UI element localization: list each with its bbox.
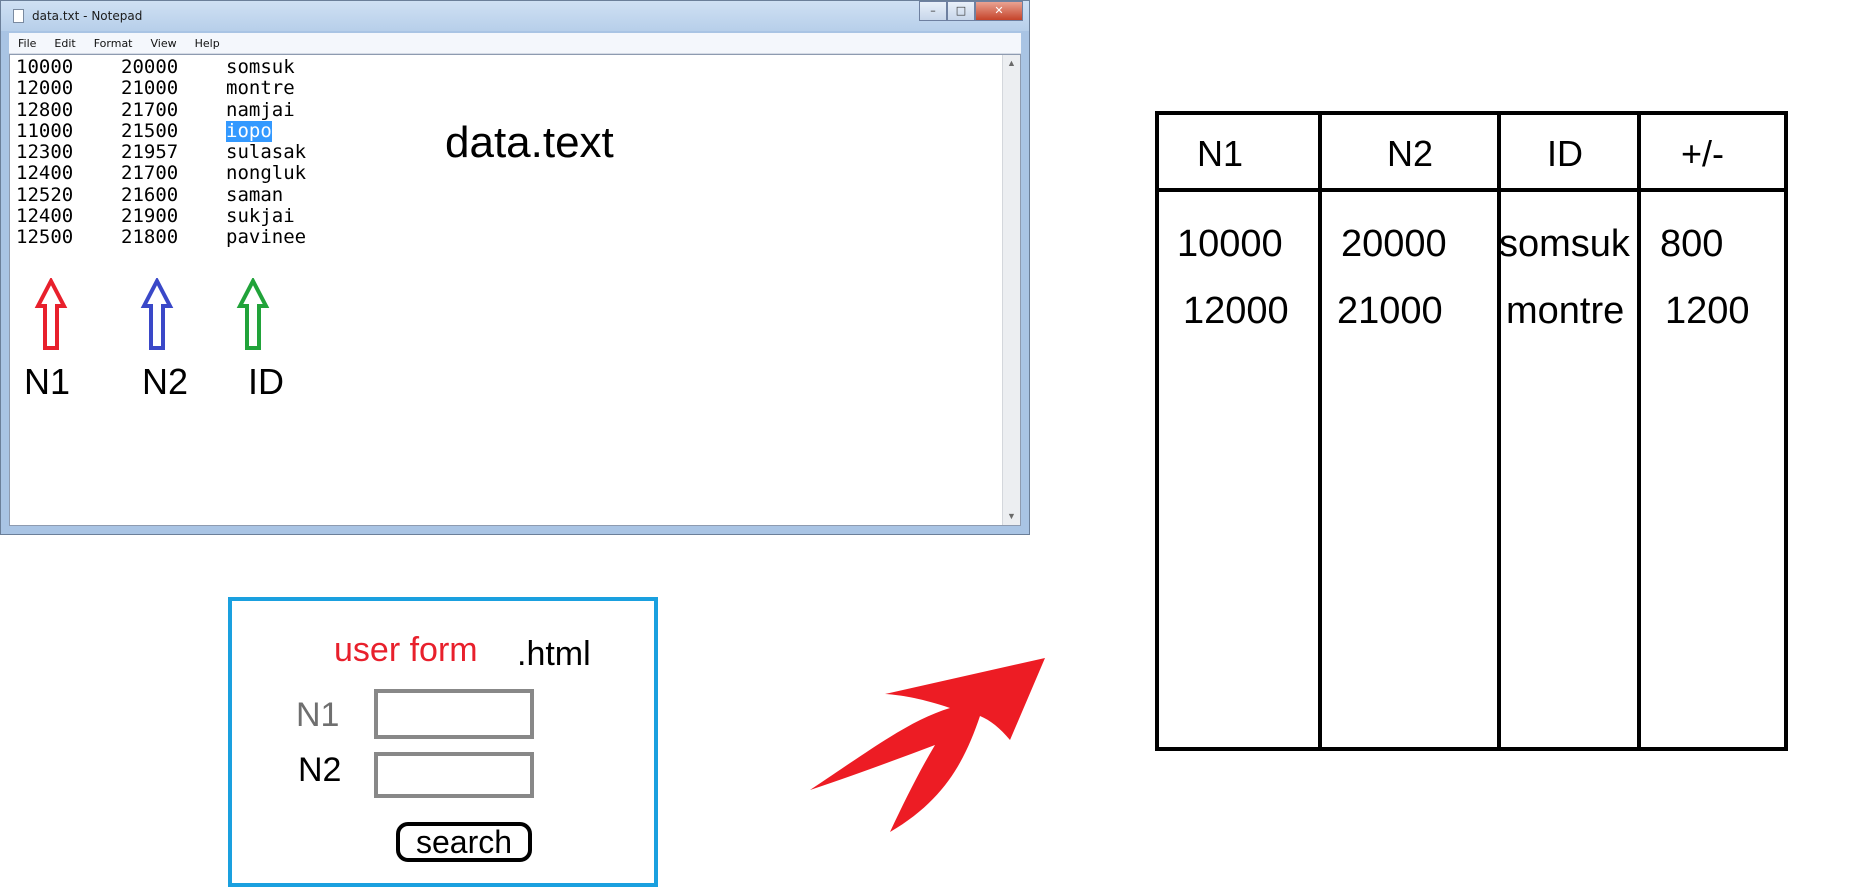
n2-value: 20000 [121,56,179,78]
n1-value: 10000 [16,56,74,78]
id-value: namjai [226,98,295,121]
n1-input[interactable] [374,689,534,739]
id-value: montre [226,77,295,100]
id-value: sukjai [226,205,295,228]
n2-value: 21700 [121,162,179,185]
user-form-title: user form [334,631,478,669]
menu-format[interactable]: Format [85,37,142,50]
arrow-up-icon-id [236,278,270,350]
table-cell: 20000 [1341,223,1447,265]
id-value: nongluk [226,162,307,185]
scroll-down-arrow-icon[interactable]: ▼ [1003,508,1020,525]
n1-value: 12520 [16,183,74,206]
arrow-up-icon-n1 [34,278,68,350]
column-tag-id: ID [248,361,284,402]
n1-value: 12800 [16,98,74,121]
menu-edit[interactable]: Edit [45,37,84,50]
n1-value: 12400 [16,205,74,228]
n2-value: 21900 [121,205,179,228]
notepad-title: data.txt - Notepad [32,9,143,23]
id-value: pavinee [226,226,307,249]
n2-value: 21000 [121,77,179,100]
n2-label: N2 [298,751,342,789]
table-cell: montre [1506,290,1625,332]
table-cell: 800 [1660,223,1724,265]
table-header-n2: N2 [1387,133,1434,174]
column-tag-n1: N1 [24,361,71,402]
search-button[interactable]: search [396,822,532,862]
vertical-scrollbar[interactable]: ▲ ▼ [1002,55,1020,525]
n2-value: 21600 [121,183,179,206]
notepad-window: data.txt - Notepad – □ ✕ File Edit Forma… [0,0,1030,535]
id-value: somsuk [226,56,295,78]
menu-view[interactable]: View [142,37,186,50]
table-header-diff: +/- [1681,133,1725,174]
n1-label: N1 [296,696,340,734]
table-divider [1637,111,1641,751]
table-cell: 1200 [1665,290,1750,332]
user-form: user form .html N1 N2 search [228,597,658,887]
table-cell: somsuk [1499,223,1630,265]
table-cell: 21000 [1337,290,1443,332]
scroll-up-arrow-icon[interactable]: ▲ [1003,55,1020,72]
id-value: iopo [226,119,272,142]
menu-file[interactable]: File [9,37,45,50]
table-cell: 10000 [1177,223,1283,265]
table-header-divider [1155,188,1788,192]
notepad-file-icon [13,9,24,23]
n2-value: 21500 [121,119,179,142]
maximize-button[interactable]: □ [947,1,975,21]
column-tag-n2: N2 [142,361,189,402]
menu-help[interactable]: Help [186,37,229,50]
n1-value: 12500 [16,226,74,249]
window-controls: – □ ✕ [919,1,1023,23]
table-header-id: ID [1547,133,1583,174]
table-divider [1318,111,1322,751]
n1-value: 11000 [16,119,74,142]
close-button[interactable]: ✕ [975,1,1023,21]
table-cell: 12000 [1183,290,1289,332]
data-text-label: data.text [445,118,614,167]
notepad-menubar: File Edit Format View Help [9,33,1021,54]
id-value: saman [226,183,284,206]
n1-value: 12000 [16,77,74,100]
n2-value: 21700 [121,98,179,121]
user-form-extension: .html [517,635,591,673]
table-frame [1155,111,1788,751]
n2-value: 21957 [121,141,179,164]
id-value: sulasak [226,141,307,164]
n1-value: 12300 [16,141,74,164]
minimize-button[interactable]: – [919,1,947,21]
n2-value: 21800 [121,226,179,249]
n1-value: 12400 [16,162,74,185]
table-divider [1497,111,1501,751]
transfer-arrow-icon [810,658,1045,832]
result-table: N1 N2 ID +/- 10000 20000 somsuk 800 1200… [1155,111,1788,751]
notepad-titlebar[interactable]: data.txt - Notepad – □ ✕ [1,1,1029,31]
arrow-up-icon-n2 [140,278,174,350]
n2-input[interactable] [374,752,534,798]
table-header-n1: N1 [1197,133,1244,174]
